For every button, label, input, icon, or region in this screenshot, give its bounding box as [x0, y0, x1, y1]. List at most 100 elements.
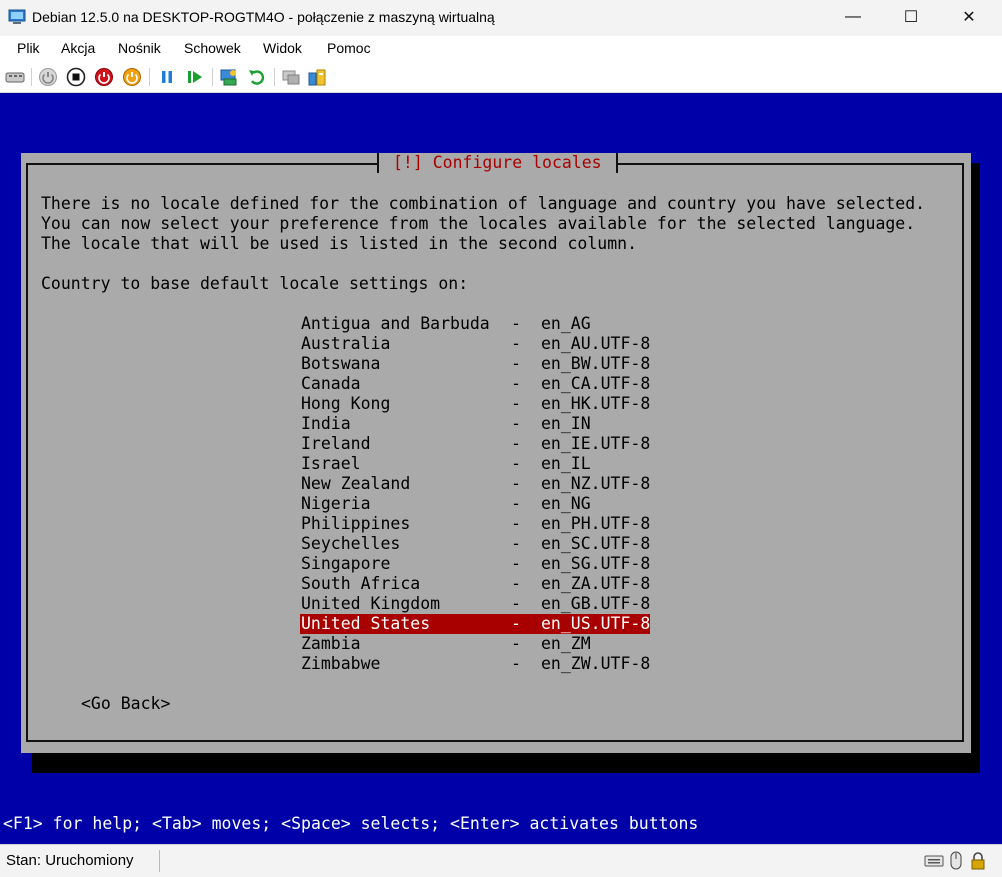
toolbar-separator [31, 68, 32, 86]
help-line: <F1> for help; <Tab> moves; <Space> sele… [3, 814, 699, 833]
revert-icon[interactable] [247, 67, 267, 87]
locale-option[interactable]: Zimbabwe - en_ZW.UTF-8 [300, 654, 650, 674]
toolbar [0, 62, 1002, 93]
lock-icon [968, 851, 988, 871]
pause-icon[interactable] [157, 67, 177, 87]
maximize-button[interactable]: ☐ [888, 0, 934, 34]
locale-dash: - [511, 654, 521, 673]
window-titlebar: Debian 12.5.0 na DESKTOP-ROGTM4O - połąc… [0, 0, 1002, 37]
locale-option[interactable]: Singapore - en_SG.UTF-8 [300, 554, 650, 574]
locale-code: en_HK.UTF-8 [541, 394, 651, 413]
ctrl-alt-del-icon[interactable] [5, 67, 25, 87]
description-line-3: The locale that will be used is listed i… [41, 234, 638, 253]
locale-option[interactable]: Seychelles - en_SC.UTF-8 [300, 534, 650, 554]
close-button[interactable]: ✕ [946, 0, 992, 34]
locale-option[interactable]: New Zealand - en_NZ.UTF-8 [300, 474, 650, 494]
locale-code: en_AG [541, 314, 591, 333]
locale-dash: - [511, 374, 521, 393]
locale-dash: - [511, 514, 521, 533]
locale-country: Nigeria [301, 494, 371, 513]
locale-code: en_NZ.UTF-8 [541, 474, 651, 493]
vm-screen[interactable]: [!] Configure locales There is no locale… [0, 93, 1002, 844]
locale-country: United Kingdom [301, 594, 441, 613]
go-back-button[interactable]: <Go Back> [81, 694, 170, 714]
locale-option[interactable]: Ireland - en_IE.UTF-8 [300, 434, 650, 454]
locale-dash: - [511, 574, 521, 593]
locale-code: en_IN [541, 414, 591, 433]
locale-dash: - [511, 434, 521, 453]
enhanced-session-icon[interactable] [281, 67, 301, 87]
locale-option[interactable]: United States - en_US.UTF-8 [300, 614, 650, 634]
toolbar-separator [149, 68, 150, 86]
status-separator [159, 850, 160, 872]
locale-code: en_CA.UTF-8 [541, 374, 651, 393]
locale-option[interactable]: Canada - en_CA.UTF-8 [300, 374, 650, 394]
configure-locales-dialog: [!] Configure locales There is no locale… [21, 153, 971, 753]
menu-nosnik[interactable]: Nośnik [118, 40, 161, 56]
locale-dash: - [511, 354, 521, 373]
locale-country: Ireland [301, 434, 371, 453]
toolbar-separator [274, 68, 275, 86]
share-icon[interactable] [307, 67, 327, 87]
turn-off-icon[interactable] [66, 67, 86, 87]
locale-country: Seychelles [301, 534, 401, 553]
locale-code: en_ZA.UTF-8 [541, 574, 651, 593]
menu-bar: Plik Akcja Nośnik Schowek Widok Pomoc [0, 36, 1002, 62]
locale-code: en_GB.UTF-8 [541, 594, 651, 613]
menu-schowek[interactable]: Schowek [184, 40, 241, 56]
description-line-1: There is no locale defined for the combi… [41, 194, 926, 213]
menu-pomoc[interactable]: Pomoc [327, 40, 371, 56]
locale-code: en_IL [541, 454, 591, 473]
locale-option[interactable]: Nigeria - en_NG [300, 494, 650, 514]
description-line-2: You can now select your preference from … [41, 214, 916, 233]
locale-country: Israel [301, 454, 361, 473]
locale-dash: - [511, 554, 521, 573]
locale-dash: - [511, 314, 521, 333]
locale-option[interactable]: Zambia - en_ZM [300, 634, 650, 654]
locale-option[interactable]: Israel - en_IL [300, 454, 650, 474]
locale-code: en_AU.UTF-8 [541, 334, 651, 353]
locale-country: Botswana [301, 354, 381, 373]
save-state-icon[interactable] [122, 67, 142, 87]
locale-country: Canada [301, 374, 361, 393]
locale-code: en_PH.UTF-8 [541, 514, 651, 533]
locale-country: Singapore [301, 554, 391, 573]
locale-dash: - [511, 334, 521, 353]
locale-code: en_BW.UTF-8 [541, 354, 651, 373]
menu-widok[interactable]: Widok [263, 40, 302, 56]
locale-dash: - [511, 614, 521, 633]
minimize-button[interactable]: — [830, 0, 876, 34]
menu-akcja[interactable]: Akcja [61, 40, 95, 56]
locale-option[interactable]: South Africa - en_ZA.UTF-8 [300, 574, 650, 594]
locale-country: Antigua and Barbuda [301, 314, 490, 333]
resume-icon[interactable] [185, 67, 205, 87]
locale-option[interactable]: Australia - en_AU.UTF-8 [300, 334, 650, 354]
locale-option[interactable]: India - en_IN [300, 414, 650, 434]
status-bar: Stan: Uruchomiony [0, 844, 1002, 877]
checkpoint-icon[interactable] [219, 67, 239, 87]
locale-country: New Zealand [301, 474, 411, 493]
shut-down-icon[interactable] [94, 67, 114, 87]
toolbar-separator [212, 68, 213, 86]
locale-country: Australia [301, 334, 391, 353]
locale-option[interactable]: Hong Kong - en_HK.UTF-8 [300, 394, 650, 414]
locale-dash: - [511, 474, 521, 493]
locale-option[interactable]: United Kingdom - en_GB.UTF-8 [300, 594, 650, 614]
start-icon[interactable] [38, 67, 58, 87]
locale-dash: - [511, 634, 521, 653]
locale-code: en_ZW.UTF-8 [541, 654, 651, 673]
locale-country: South Africa [301, 574, 421, 593]
locale-country: Zimbabwe [301, 654, 381, 673]
locale-option[interactable]: Botswana - en_BW.UTF-8 [300, 354, 650, 374]
locale-country: Zambia [301, 634, 361, 653]
locale-option[interactable]: Philippines - en_PH.UTF-8 [300, 514, 650, 534]
keyboard-icon [924, 851, 944, 871]
menu-plik[interactable]: Plik [17, 40, 40, 56]
locale-dash: - [511, 534, 521, 553]
locale-country: Hong Kong [301, 394, 391, 413]
locale-option[interactable]: Antigua and Barbuda - en_AG [300, 314, 650, 334]
locale-code: en_SC.UTF-8 [541, 534, 651, 553]
window-title: Debian 12.5.0 na DESKTOP-ROGTM4O - połąc… [32, 9, 495, 25]
locale-dash: - [511, 394, 521, 413]
vm-connect-app-icon [8, 9, 26, 24]
